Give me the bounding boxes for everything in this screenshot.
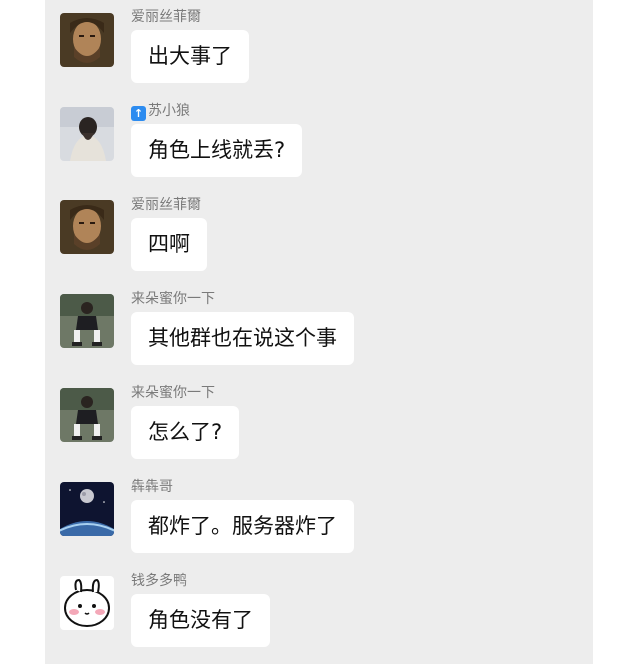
bearded-man-avatar[interactable] [60, 13, 114, 67]
bearded-man-avatar[interactable] [60, 200, 114, 254]
message-bubble[interactable]: 都炸了。服务器炸了 [131, 500, 354, 553]
sender-name: 来朵蜜你一下 [131, 385, 215, 401]
sender-name: 爱丽丝菲爾 [131, 197, 201, 213]
message-bubble[interactable]: 其他群也在说这个事 [131, 312, 354, 365]
up-arrow-badge-icon: ↑ [131, 106, 146, 121]
cartoon-face-avatar[interactable] [60, 576, 114, 630]
message-bubble[interactable]: 怎么了? [131, 406, 240, 459]
message-bubble[interactable]: 角色没有了 [131, 594, 270, 647]
sitting-figure-avatar[interactable] [60, 294, 114, 348]
sitting-figure-avatar[interactable] [60, 388, 114, 442]
sender-name: 来朵蜜你一下 [131, 291, 215, 307]
message-bubble[interactable]: 角色上线就丢? [131, 124, 303, 177]
planet-moon-avatar[interactable] [60, 482, 114, 536]
message-bubble[interactable]: 四啊 [131, 218, 207, 271]
message-bubble[interactable]: 出大事了 [131, 30, 249, 83]
person-photo-avatar[interactable] [60, 107, 114, 161]
sender-name: 爱丽丝菲爾 [131, 9, 201, 25]
sender-name: 犇犇哥 [131, 479, 173, 495]
sender-name: ↑ 苏小狼 [131, 102, 190, 121]
sender-name: 钱多多鸭 [131, 573, 187, 589]
